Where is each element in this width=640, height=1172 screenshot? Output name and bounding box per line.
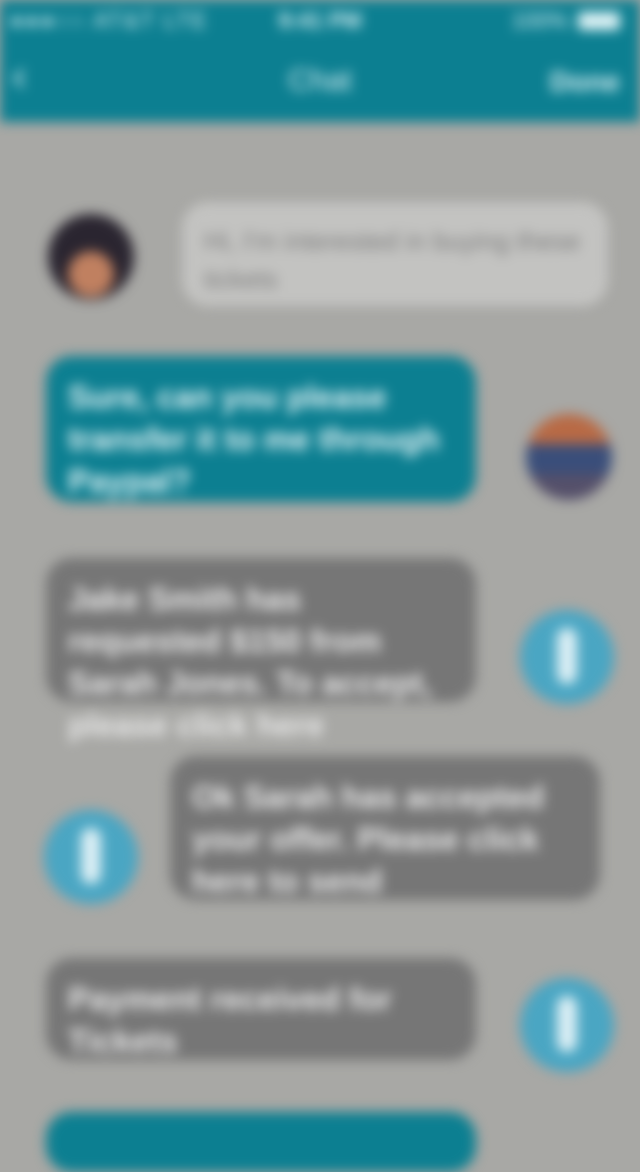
avatar[interactable] <box>48 214 134 300</box>
message-bubble-partial[interactable] <box>46 1112 476 1172</box>
avatar[interactable] <box>526 414 612 500</box>
status-bar: ●●●○○ AT&T LTE 9:41 PM 100% <box>0 0 640 40</box>
bot-avatar <box>44 810 138 904</box>
bot-glyph-icon <box>81 828 101 884</box>
clock: 9:41 PM <box>278 8 362 33</box>
navigation-bar: ‹ Chat Done <box>0 40 640 122</box>
message-bubble[interactable]: Ok Sarah has accepted your offer. Please… <box>170 756 600 900</box>
message-bubble[interactable]: Sure, can you please transfer it to me t… <box>46 356 476 502</box>
bot-glyph-icon <box>557 996 577 1052</box>
chat-screen: ●●●○○ AT&T LTE 9:41 PM 100% ‹ Chat Done … <box>0 0 640 1172</box>
page-title: Chat <box>288 64 352 97</box>
back-chevron-icon[interactable]: ‹ <box>12 54 27 98</box>
message-bubble[interactable]: Hi, I'm interested in buying these ticke… <box>182 202 608 306</box>
carrier-label: ●●●○○ AT&T LTE <box>10 8 209 33</box>
message-bubble[interactable]: Payment received for Tickets <box>46 958 476 1060</box>
done-button[interactable]: Done <box>550 66 620 98</box>
bot-avatar <box>520 610 614 704</box>
message-bubble[interactable]: Jake Smith has requested $150 from Sarah… <box>46 558 476 743</box>
bot-glyph-icon <box>557 628 577 684</box>
bot-avatar <box>520 978 614 1072</box>
battery-percent: 100% <box>511 8 568 33</box>
top-bar: ●●●○○ AT&T LTE 9:41 PM 100% ‹ Chat Done <box>0 0 640 122</box>
battery-icon <box>578 12 620 30</box>
